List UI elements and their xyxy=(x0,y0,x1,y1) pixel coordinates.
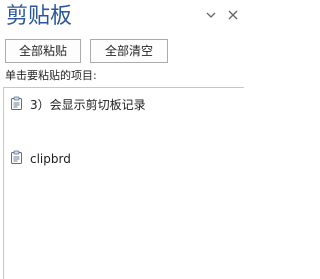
instruction-label: 单击要粘贴的项目: xyxy=(5,69,97,82)
pane-header: 剪贴板 xyxy=(0,0,245,36)
header-controls xyxy=(203,6,241,24)
pane-close-button[interactable] xyxy=(225,7,241,23)
chevron-down-icon xyxy=(206,12,216,18)
paste-all-button[interactable]: 全部粘贴 xyxy=(5,39,81,63)
clipboard-item[interactable]: clipbrd xyxy=(4,148,240,170)
pane-options-button[interactable] xyxy=(203,7,219,23)
clear-all-button[interactable]: 全部清空 xyxy=(90,39,168,63)
close-icon xyxy=(228,10,238,20)
clipboard-text-icon xyxy=(9,150,25,166)
clipboard-text-icon xyxy=(9,96,25,112)
clipboard-item[interactable]: 3）会显示剪切板记录 xyxy=(4,94,240,116)
clipboard-item-text: 3）会显示剪切板记录 xyxy=(30,98,146,112)
clipboard-items-list[interactable]: 3）会显示剪切板记录 clipbrd xyxy=(3,87,244,279)
clipboard-pane: 剪贴板 全部粘贴 全部清空 单击要粘贴的项目: 3）会显示剪切板记录 clipb… xyxy=(0,0,245,279)
action-row: 全部粘贴 全部清空 xyxy=(0,39,245,65)
pane-title: 剪贴板 xyxy=(6,4,73,29)
clipboard-item-text: clipbrd xyxy=(30,152,71,166)
